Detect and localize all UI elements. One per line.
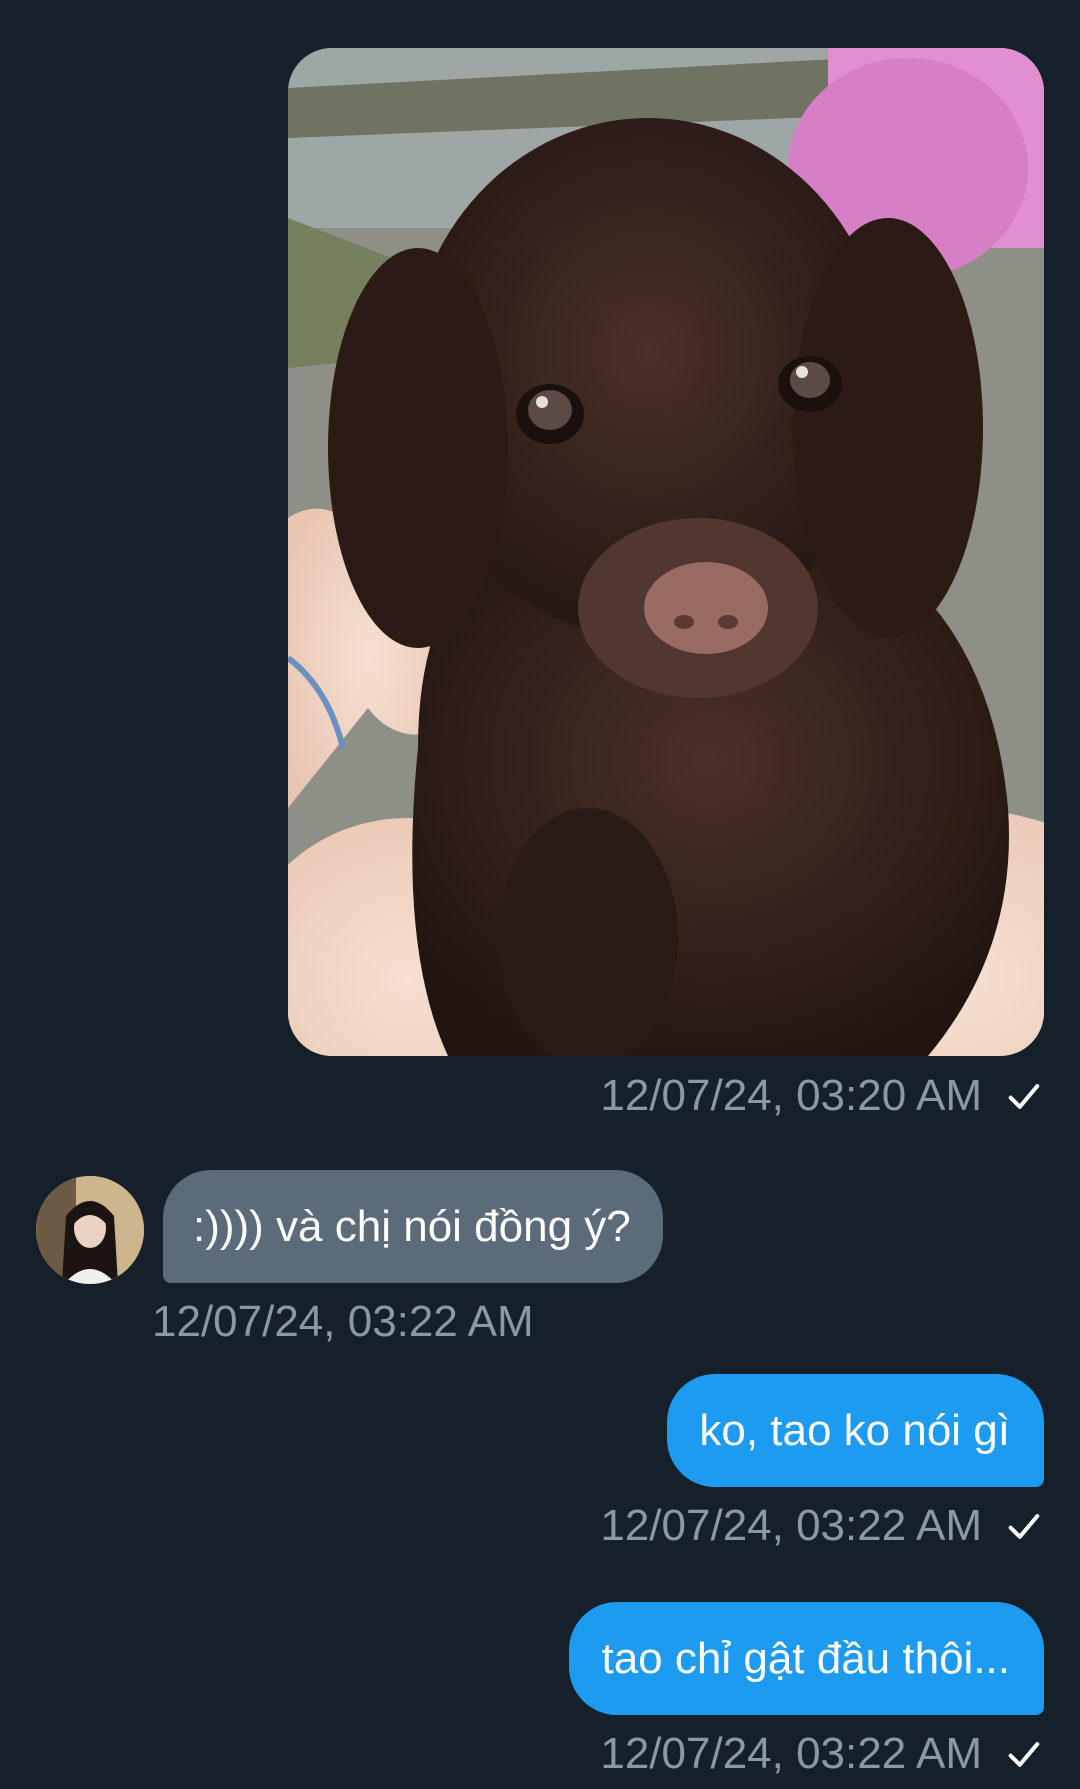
message-text: ko, tao ko nói gì [699, 1406, 1010, 1455]
outgoing-message-bubble[interactable]: tao chỉ gật đầu thôi... [569, 1602, 1044, 1715]
timestamp-text: 12/07/24, 03:22 AM [152, 1297, 534, 1346]
incoming-message-bubble[interactable]: :)))) và chị nói đồng ý? [163, 1170, 663, 1283]
avatar[interactable] [36, 1176, 144, 1284]
message-text: :)))) và chị nói đồng ý? [193, 1202, 631, 1251]
check-icon [1004, 1506, 1044, 1546]
message-text: tao chỉ gật đầu thôi... [601, 1634, 1010, 1683]
timestamp-text: 12/07/24, 03:22 AM [600, 1729, 982, 1778]
timestamp-text: 12/07/24, 03:22 AM [600, 1501, 982, 1550]
message-timestamp: 12/07/24, 03:20 AM [600, 1070, 1044, 1122]
sent-image-puppy[interactable] [288, 48, 1044, 1056]
message-timestamp: 12/07/24, 03:22 AM [152, 1296, 534, 1348]
avatar-image [36, 1176, 144, 1284]
check-icon [1004, 1734, 1044, 1774]
outgoing-message-bubble[interactable]: ko, tao ko nói gì [667, 1374, 1044, 1487]
check-icon [1004, 1076, 1044, 1116]
message-timestamp: 12/07/24, 03:22 AM [600, 1500, 1044, 1552]
puppy-photo [288, 48, 1044, 1056]
timestamp-text: 12/07/24, 03:20 AM [600, 1071, 982, 1120]
conversation-view: 12/07/24, 03:20 AM :)))) và chị nói đồng… [0, 0, 1080, 1789]
message-timestamp: 12/07/24, 03:22 AM [600, 1728, 1044, 1780]
